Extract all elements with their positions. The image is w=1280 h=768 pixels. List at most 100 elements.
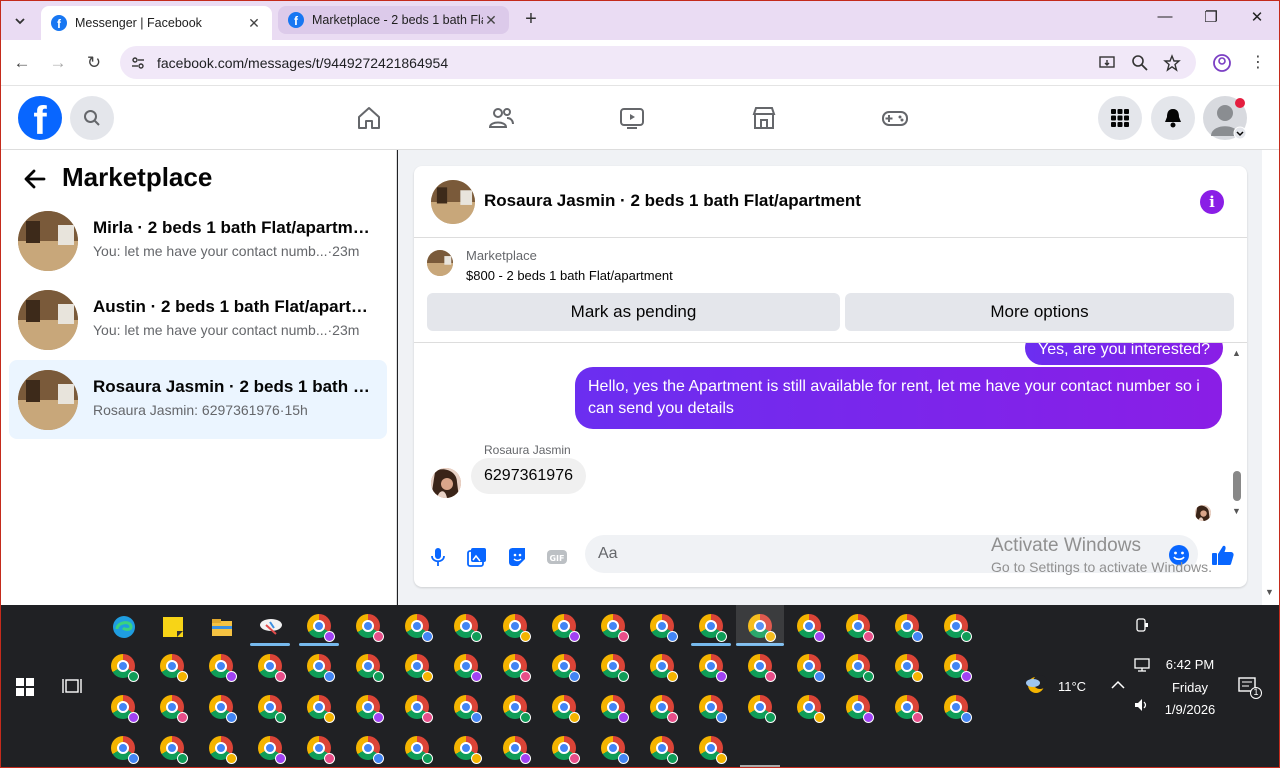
chrome-icon[interactable] xyxy=(895,614,923,642)
chrome-icon[interactable] xyxy=(160,695,188,723)
page-scroll-down-icon[interactable]: ▼ xyxy=(1265,587,1274,597)
chrome-icon[interactable] xyxy=(699,736,727,764)
gif-icon[interactable]: GIF xyxy=(546,546,568,568)
chrome-icon[interactable] xyxy=(160,654,188,682)
more-options-button[interactable]: More options xyxy=(845,293,1234,331)
browser-menu-icon[interactable]: ⋮ xyxy=(1248,53,1268,73)
listing-thumbnail[interactable] xyxy=(431,180,475,224)
chrome-icon[interactable] xyxy=(160,736,188,764)
temperature[interactable]: 11°C xyxy=(1052,679,1092,694)
chrome-icon[interactable] xyxy=(258,695,286,723)
chrome-icon[interactable] xyxy=(209,736,237,764)
clock-day[interactable]: Friday xyxy=(1160,680,1220,695)
listing-price[interactable]: $800 - 2 beds 1 bath Flat/apartment xyxy=(466,268,673,283)
sticker-icon[interactable] xyxy=(506,546,528,568)
page-scrollbar[interactable]: ▼ xyxy=(1262,150,1280,605)
sticky-notes-icon[interactable] xyxy=(160,614,186,640)
tab-close-icon[interactable]: ✕ xyxy=(246,15,262,32)
chrome-icon[interactable] xyxy=(944,695,972,723)
thumbs-up-icon[interactable] xyxy=(1211,543,1235,567)
chrome-icon[interactable] xyxy=(454,695,482,723)
volume-icon[interactable] xyxy=(1134,698,1150,712)
contact-avatar[interactable] xyxy=(431,468,461,498)
chrome-icon[interactable] xyxy=(454,736,482,764)
chrome-icon[interactable] xyxy=(601,736,629,764)
chrome-icon[interactable] xyxy=(356,654,384,682)
chrome-icon[interactable] xyxy=(650,614,678,642)
show-hidden-icons-chevron-icon[interactable] xyxy=(1111,680,1125,690)
chrome-icon[interactable] xyxy=(111,695,139,723)
facebook-logo-icon[interactable]: f xyxy=(18,96,62,140)
new-tab-plus-icon[interactable]: + xyxy=(520,8,542,30)
site-settings-icon[interactable] xyxy=(130,55,146,71)
clock-date[interactable]: 1/9/2026 xyxy=(1160,702,1220,717)
video-icon[interactable] xyxy=(618,104,646,132)
chrome-icon[interactable] xyxy=(552,736,580,764)
chrome-icon[interactable] xyxy=(503,695,531,723)
zoom-icon[interactable] xyxy=(1131,54,1149,72)
chrome-icon[interactable] xyxy=(846,695,874,723)
back-arrow-icon[interactable] xyxy=(22,166,48,192)
chrome-icon[interactable] xyxy=(601,614,629,642)
window-close-icon[interactable]: ✕ xyxy=(1242,8,1272,26)
file-explorer-icon[interactable] xyxy=(209,614,235,640)
reload-icon[interactable]: ↻ xyxy=(84,53,104,73)
chrome-icon[interactable] xyxy=(895,695,923,723)
tab-marketplace[interactable]: f Marketplace - 2 beds 1 bath Flat/apart… xyxy=(278,6,509,34)
address-bar[interactable]: facebook.com/messages/t/9449272421864954 xyxy=(120,46,1196,79)
chrome-icon[interactable] xyxy=(356,695,384,723)
chrome-icon[interactable] xyxy=(307,614,335,642)
forward-arrow-icon[interactable]: → xyxy=(48,53,68,73)
clock-time[interactable]: 6:42 PM xyxy=(1160,657,1220,672)
chrome-icon[interactable] xyxy=(748,654,776,682)
minimize-icon[interactable]: — xyxy=(1150,8,1180,25)
chrome-icon[interactable] xyxy=(650,736,678,764)
chrome-icon[interactable] xyxy=(699,614,727,642)
chrome-icon[interactable] xyxy=(552,695,580,723)
chrome-icon[interactable] xyxy=(944,654,972,682)
chrome-icon[interactable] xyxy=(258,736,286,764)
edge-icon[interactable] xyxy=(111,614,137,640)
install-app-icon[interactable] xyxy=(1098,54,1116,72)
tab-close-icon[interactable]: ✕ xyxy=(483,12,499,29)
network-icon[interactable] xyxy=(1134,658,1150,672)
chrome-icon[interactable] xyxy=(454,654,482,682)
chrome-icon[interactable] xyxy=(503,736,531,764)
chrome-icon[interactable] xyxy=(699,654,727,682)
chrome-icon[interactable] xyxy=(797,654,825,682)
chrome-icon[interactable] xyxy=(846,654,874,682)
chrome-icon[interactable] xyxy=(797,614,825,642)
chrome-icon[interactable] xyxy=(405,614,433,642)
tab-search-chevron-icon[interactable] xyxy=(8,9,32,33)
weather-icon[interactable] xyxy=(1024,675,1050,697)
conversation-item[interactable]: Mirla · 2 beds 1 bath Flat/apartment You… xyxy=(9,201,387,280)
chrome-icon[interactable] xyxy=(503,614,531,642)
chrome-icon[interactable] xyxy=(405,695,433,723)
chrome-icon[interactable] xyxy=(552,614,580,642)
chrome-icon[interactable] xyxy=(454,614,482,642)
conversation-item[interactable]: Austin · 2 beds 1 bath Flat/apartm... Yo… xyxy=(9,280,387,359)
snipping-tool-icon[interactable] xyxy=(258,614,284,640)
info-icon[interactable]: i xyxy=(1200,190,1224,214)
scroll-up-arrow-icon[interactable]: ▲ xyxy=(1232,348,1241,358)
chrome-icon[interactable] xyxy=(601,695,629,723)
bookmark-star-icon[interactable] xyxy=(1163,54,1181,72)
chrome-icon[interactable] xyxy=(748,695,776,723)
chrome-icon[interactable] xyxy=(307,695,335,723)
meet-now-icon[interactable] xyxy=(1134,617,1150,633)
chrome-icon[interactable] xyxy=(650,695,678,723)
gaming-icon[interactable] xyxy=(881,104,909,132)
home-icon[interactable] xyxy=(355,104,383,132)
chrome-icon[interactable] xyxy=(209,654,237,682)
chrome-icon[interactable] xyxy=(111,736,139,764)
chrome-icon[interactable] xyxy=(503,654,531,682)
task-view-icon[interactable] xyxy=(62,677,82,695)
chrome-icon[interactable] xyxy=(601,654,629,682)
profile-icon[interactable] xyxy=(1212,53,1232,73)
marketplace-icon[interactable] xyxy=(750,104,778,132)
friends-icon[interactable] xyxy=(487,104,515,132)
chrome-icon[interactable] xyxy=(111,654,139,682)
photo-icon[interactable] xyxy=(466,546,488,568)
chrome-icon[interactable] xyxy=(356,614,384,642)
scrollbar-thumb[interactable] xyxy=(1233,471,1241,501)
